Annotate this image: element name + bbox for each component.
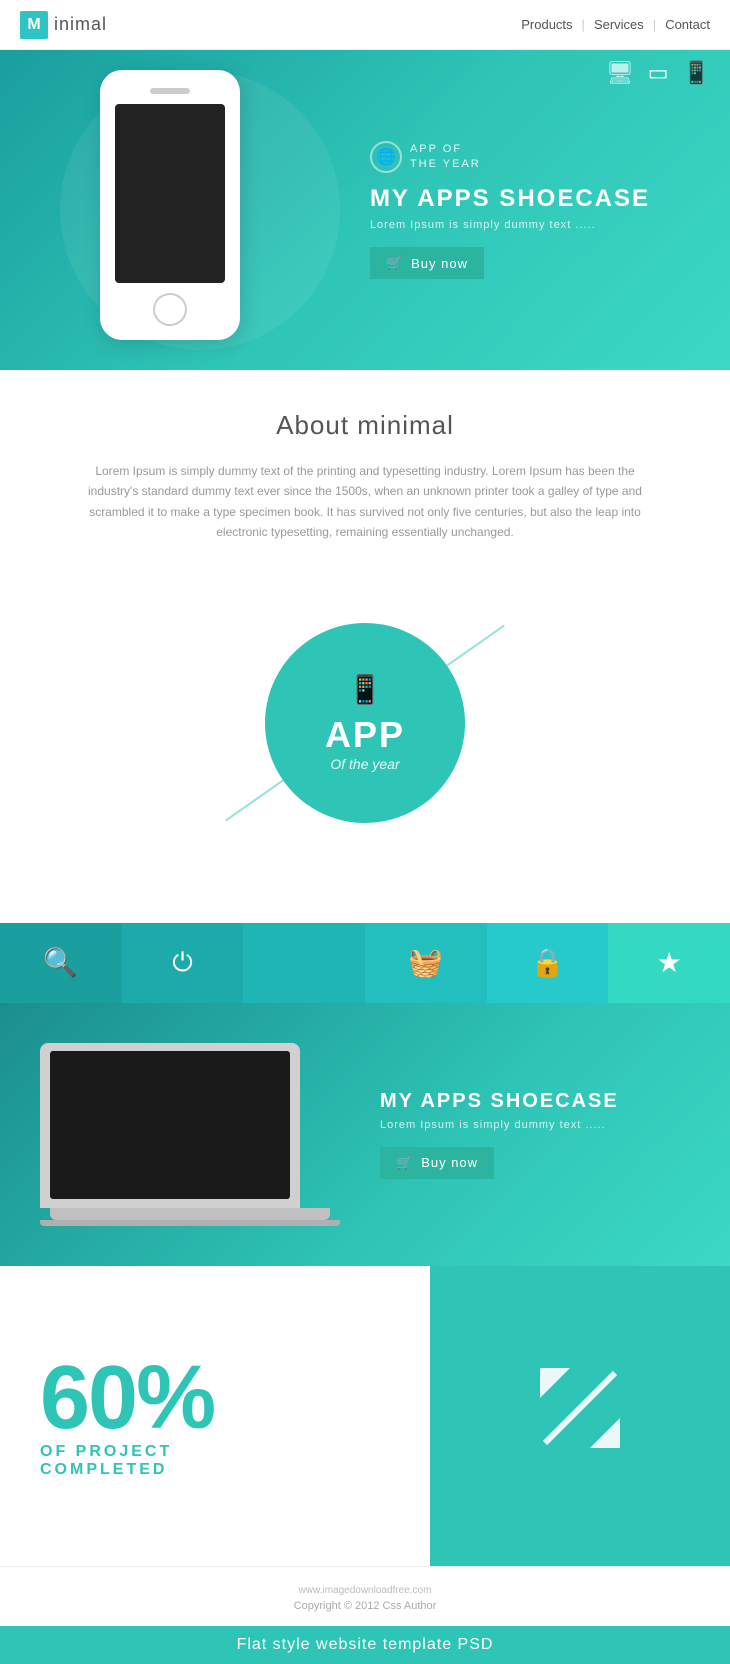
about-text: Lorem Ipsum is simply dummy text of the …: [75, 461, 655, 543]
star-icon: ★: [657, 946, 682, 979]
logo: M inimal: [20, 11, 107, 39]
hero-subtitle: Lorem Ipsum is simply dummy text .....: [370, 219, 650, 231]
stats-label2: COMPLETED: [40, 1461, 390, 1479]
phone-screen: [115, 104, 225, 283]
watermark: www.imagedownloadfree.com: [14, 1581, 716, 1600]
laptop-mockup: [40, 1043, 340, 1226]
laptop-body: [40, 1043, 300, 1208]
hero-badge: 🌐 APP OFTHE YEAR: [370, 141, 650, 173]
nav-sep-1: |: [582, 17, 585, 32]
hero2-content: MY APPS SHOECASE Lorem Ipsum is simply d…: [380, 1090, 619, 1179]
icon-bar: 🔍 ⏻ 🧺 🔒 ★: [0, 923, 730, 1003]
monitor-icon: 🖥: [606, 60, 634, 86]
hero-phone-mockup: [100, 70, 260, 360]
phone-icon: 📱: [683, 60, 710, 86]
lock-icon: 🔒: [530, 946, 565, 979]
stats-right: [430, 1266, 730, 1566]
nav-sep-2: |: [653, 17, 656, 32]
app-circle: 📱 APP Of the year: [265, 623, 465, 823]
hero-badge-text: APP OFTHE YEAR: [410, 142, 481, 173]
hero-buy-button[interactable]: 🛒 Buy now: [370, 247, 484, 279]
nav-contact[interactable]: Contact: [665, 17, 710, 32]
hero2-buy-button[interactable]: 🛒 Buy now: [380, 1147, 494, 1179]
icon-bar-power[interactable]: ⏻: [122, 923, 244, 1003]
hero2-buy-label: Buy now: [421, 1155, 478, 1170]
copyright: Copyright © 2012 Css Author: [294, 1600, 437, 1612]
laptop-foot: [40, 1220, 340, 1226]
footer: www.imagedownloadfree.com Copyright © 20…: [0, 1566, 730, 1626]
nav-services[interactable]: Services: [594, 17, 644, 32]
tablet-icon: ▭: [648, 60, 669, 86]
bottom-banner-text: Flat style website template PSD: [237, 1636, 494, 1653]
about-section: About minimal Lorem Ipsum is simply dumm…: [0, 370, 730, 923]
nav-products[interactable]: Products: [521, 17, 572, 32]
search-icon: 🔍: [43, 946, 78, 979]
resize-icon: [530, 1358, 630, 1474]
power-icon: ⏻: [172, 947, 193, 979]
icon-bar-lock[interactable]: 🔒: [487, 923, 609, 1003]
laptop-screen: [50, 1051, 290, 1199]
hero-section: 🖥 ▭ 📱 🌐 APP OFTHE YEAR MY APPS SHOECASE …: [0, 50, 730, 370]
icon-bar-search[interactable]: 🔍: [0, 923, 122, 1003]
hero-buy-label: Buy now: [411, 256, 468, 271]
logo-text: inimal: [54, 14, 107, 35]
phone-speaker: [150, 88, 190, 94]
circle-app-subtitle: Of the year: [330, 756, 399, 772]
stats-label1: OF PROJECT: [40, 1443, 390, 1461]
basket-icon: 🧺: [408, 946, 443, 979]
circle-app-title: APP: [325, 714, 405, 756]
app-circle-container: 📱 APP Of the year: [60, 583, 670, 863]
hero2-title: MY APPS SHOECASE: [380, 1090, 619, 1113]
hero2-subtitle: Lorem Ipsum is simply dummy text .....: [380, 1119, 619, 1131]
globe-icon: 🌐: [370, 141, 402, 173]
laptop-base: [50, 1208, 330, 1220]
device-icons: 🖥 ▭ 📱: [606, 60, 710, 86]
hero-content: 🌐 APP OFTHE YEAR MY APPS SHOECASE Lorem …: [370, 141, 650, 279]
phone-home-button: [153, 293, 187, 326]
nav: Products | Services | Contact: [521, 17, 710, 32]
phone-body: [100, 70, 240, 340]
circle-phone-icon: 📱: [348, 673, 383, 706]
hero2-section: MY APPS SHOECASE Lorem Ipsum is simply d…: [0, 1003, 730, 1266]
bottom-banner: Flat style website template PSD: [0, 1626, 730, 1664]
icon-bar-basket[interactable]: 🧺: [365, 923, 487, 1003]
hero2-cart-icon: 🛒: [396, 1155, 413, 1171]
cart-icon: 🛒: [386, 255, 403, 271]
stats-section: 60% OF PROJECT COMPLETED: [0, 1266, 730, 1566]
hero-title: MY APPS SHOECASE: [370, 185, 650, 213]
logo-icon: M: [20, 11, 48, 39]
icon-bar-apple[interactable]: [243, 923, 365, 1003]
icon-bar-star[interactable]: ★: [608, 923, 730, 1003]
header: M inimal Products | Services | Contact: [0, 0, 730, 50]
about-title: About minimal: [60, 410, 670, 441]
stats-percent: 60%: [40, 1353, 390, 1443]
stats-left: 60% OF PROJECT COMPLETED: [0, 1266, 430, 1566]
